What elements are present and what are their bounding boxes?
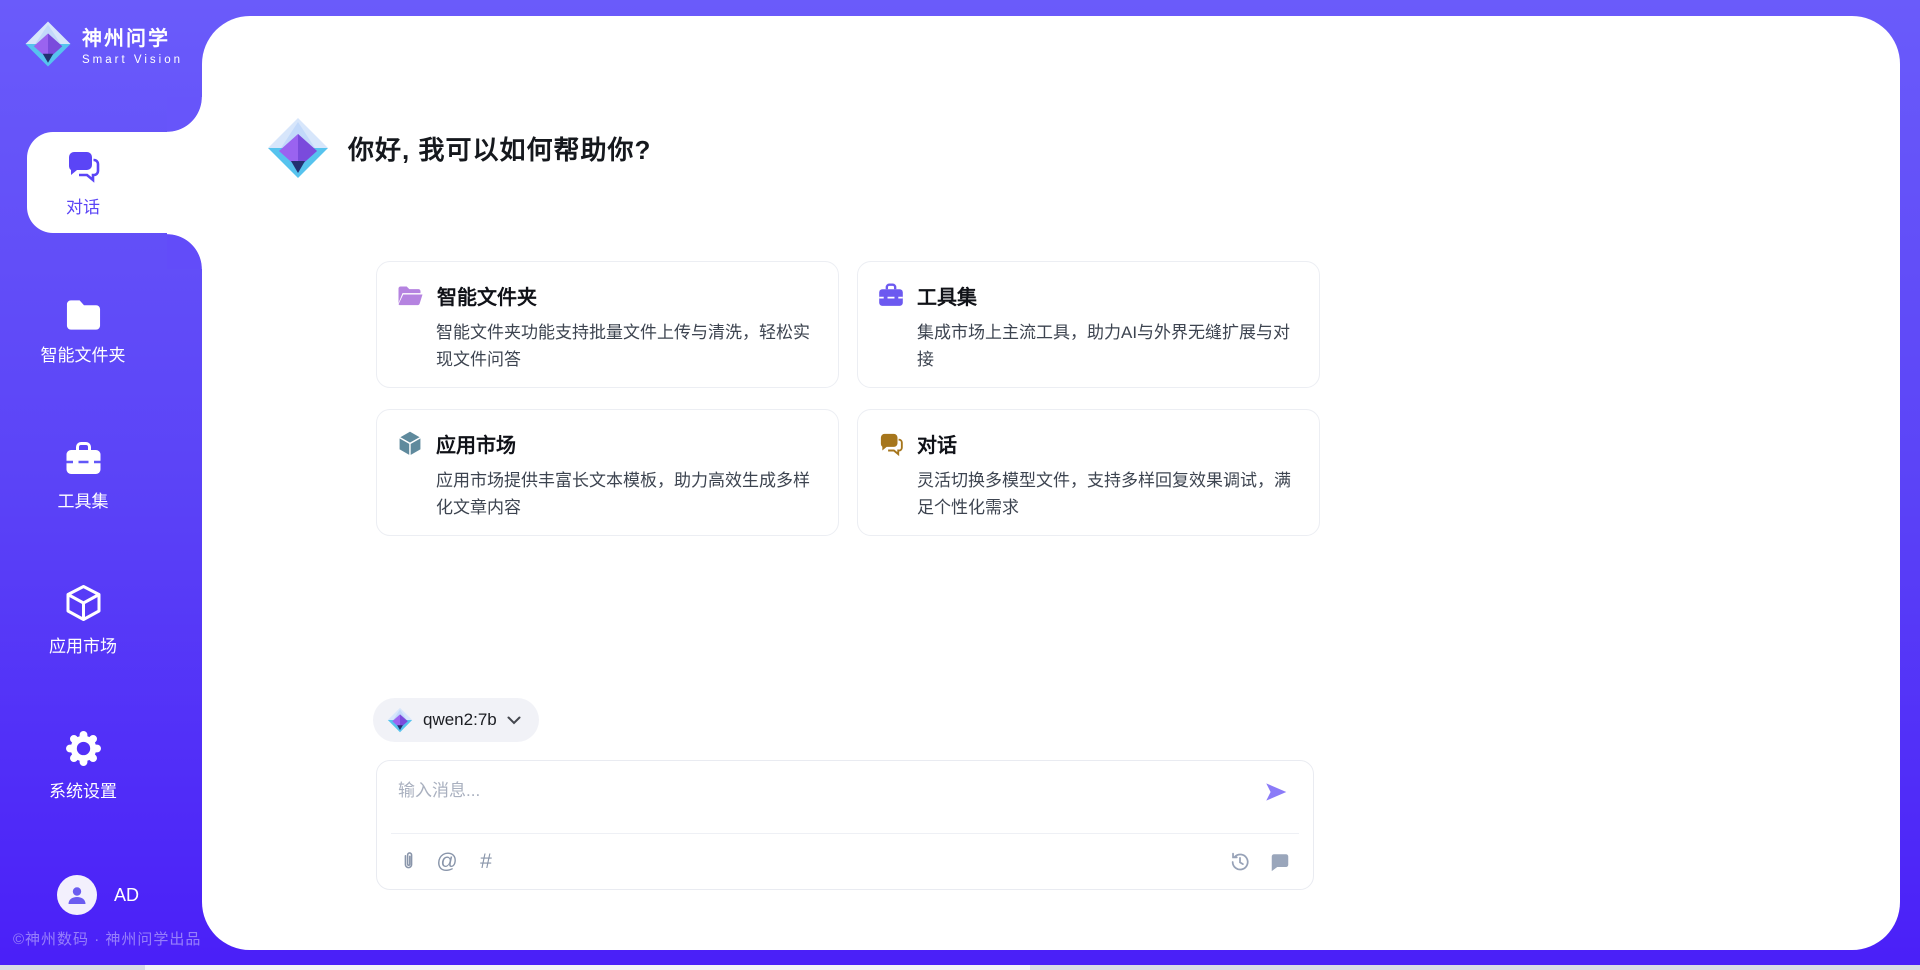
chat-icon: [878, 431, 904, 457]
tab-fillet-top: [167, 97, 203, 133]
cube-icon: [65, 584, 102, 622]
tab-fillet-bottom: [167, 233, 203, 269]
card-smart-folder[interactable]: 智能文件夹 智能文件夹功能支持批量文件上传与清洗，轻松实现文件问答: [376, 261, 839, 388]
assistant-logo-icon: [266, 116, 330, 180]
sidebar-item-label: 应用市场: [49, 632, 117, 657]
sidebar-item-smart-folder[interactable]: 智能文件夹: [0, 298, 166, 366]
sidebar-item-label: 系统设置: [49, 777, 117, 802]
cube-icon: [397, 430, 423, 457]
chat-icon: [65, 148, 101, 184]
user-account[interactable]: AD: [57, 875, 139, 915]
new-chat-button[interactable]: [1269, 851, 1291, 873]
card-title: 工具集: [917, 281, 977, 310]
sidebar-item-system-settings[interactable]: 系统设置: [0, 730, 166, 802]
send-icon: [1263, 779, 1289, 805]
card-title: 对话: [917, 429, 957, 458]
brand: 神州问学 Smart Vision: [24, 20, 183, 68]
message-input[interactable]: [377, 761, 1197, 825]
person-icon: [65, 883, 89, 907]
model-logo-icon: [387, 707, 413, 733]
card-chat[interactable]: 对话 灵活切换多模型文件，支持多样回复效果调试，满足个性化需求: [857, 409, 1320, 536]
card-description: 智能文件夹功能支持批量文件上传与清洗，轻松实现文件问答: [436, 319, 818, 373]
attach-file-button[interactable]: [397, 851, 419, 873]
send-button[interactable]: [1263, 779, 1289, 805]
card-title: 智能文件夹: [437, 281, 537, 310]
open-folder-icon: [397, 284, 424, 308]
card-description: 应用市场提供丰富长文本模板，助力高效生成多样化文章内容: [436, 467, 818, 521]
brand-name: 神州问学: [82, 22, 183, 51]
sidebar-item-label: 工具集: [58, 487, 109, 512]
sidebar-item-label: 对话: [66, 193, 100, 218]
toolbox-icon: [878, 283, 904, 308]
brand-logo-icon: [24, 20, 72, 68]
copyright-footer: ©神州数码 · 神州问学出品: [13, 928, 201, 949]
sidebar-item-app-market[interactable]: 应用市场: [0, 584, 166, 657]
model-name: qwen2:7b: [423, 710, 497, 730]
sidebar-item-chat-active[interactable]: 对话: [27, 132, 203, 233]
folder-icon: [65, 298, 102, 331]
card-app-market[interactable]: 应用市场 应用市场提供丰富长文本模板，助力高效生成多样化文章内容: [376, 409, 839, 536]
history-button[interactable]: [1229, 851, 1251, 873]
sidebar-item-toolset[interactable]: 工具集: [0, 441, 166, 512]
chat-bubble-icon: [1269, 851, 1291, 873]
gear-icon: [65, 730, 102, 767]
model-selector[interactable]: qwen2:7b: [373, 698, 539, 742]
topic-button[interactable]: #: [475, 851, 497, 873]
hash-icon: #: [480, 851, 492, 873]
card-description: 灵活切换多模型文件，支持多样回复效果调试，满足个性化需求: [917, 467, 1299, 521]
history-icon: [1229, 851, 1251, 873]
avatar: [57, 875, 97, 915]
mention-button[interactable]: @: [436, 851, 458, 873]
greeting-text: 你好, 我可以如何帮助你?: [348, 130, 651, 167]
feature-cards: 智能文件夹 智能文件夹功能支持批量文件上传与清洗，轻松实现文件问答 工具集 集成…: [376, 261, 1320, 536]
card-title: 应用市场: [436, 429, 516, 458]
toolbox-icon: [65, 441, 102, 477]
message-composer: @ #: [376, 760, 1314, 890]
chevron-down-icon: [507, 716, 521, 725]
card-toolset[interactable]: 工具集 集成市场上主流工具，助力AI与外界无缝扩展与对接: [857, 261, 1320, 388]
card-description: 集成市场上主流工具，助力AI与外界无缝扩展与对接: [917, 319, 1299, 373]
horizontal-scrollbar-thumb[interactable]: [145, 965, 1030, 970]
greeting: 你好, 我可以如何帮助你?: [266, 116, 651, 180]
paperclip-icon: [398, 851, 419, 872]
user-name: AD: [114, 885, 139, 906]
sidebar-item-label: 智能文件夹: [41, 341, 126, 366]
brand-subtitle: Smart Vision: [82, 54, 183, 66]
at-icon: @: [436, 851, 457, 873]
